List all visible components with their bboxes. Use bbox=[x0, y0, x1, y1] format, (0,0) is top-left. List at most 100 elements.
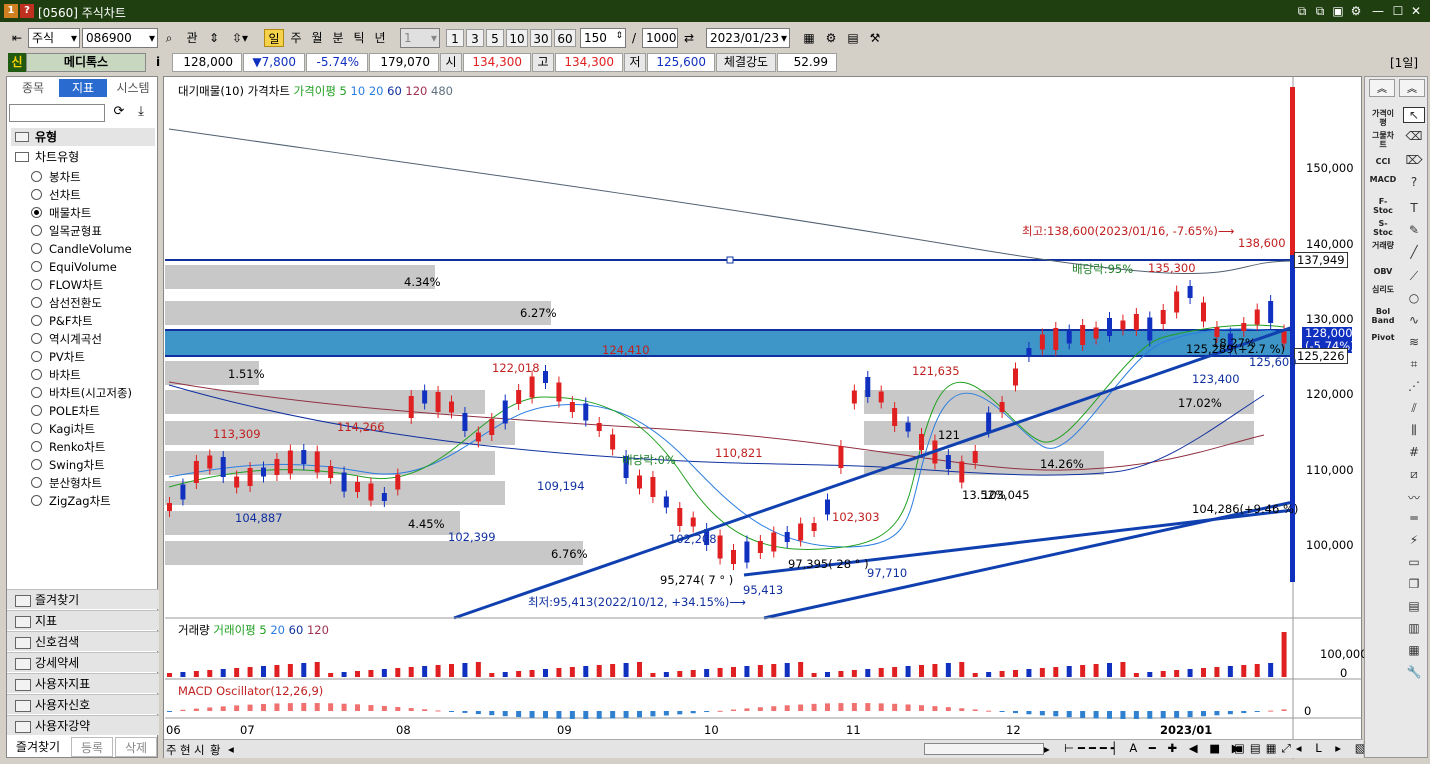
period-tick[interactable]: 틱 bbox=[349, 29, 369, 47]
sync-icon[interactable]: ⇕ bbox=[204, 29, 224, 47]
tool-cci[interactable]: CCI bbox=[1369, 157, 1397, 166]
chart-type-item[interactable]: 일목균형표 bbox=[49, 222, 102, 240]
chart-area[interactable]: 대기매물(10) 가격차트 가격이평 5 10 20 60 120 480 거래… bbox=[163, 76, 1368, 759]
screen-icon[interactable]: ▣ bbox=[1330, 3, 1346, 19]
radio-7[interactable] bbox=[31, 297, 42, 308]
save-icon[interactable]: ▤ bbox=[844, 29, 862, 47]
radio-16[interactable] bbox=[31, 459, 42, 470]
subcategory-header[interactable]: 차트유형 bbox=[11, 148, 155, 166]
group-user-indicator[interactable]: 사용자지표 bbox=[7, 673, 159, 693]
category-header[interactable]: 유형 bbox=[11, 128, 155, 146]
tools-icon[interactable]: ⚒ bbox=[866, 29, 884, 47]
search-icon[interactable]: ⌕ bbox=[160, 29, 178, 47]
tool-net-chart[interactable]: 그물차트 bbox=[1369, 131, 1397, 149]
chart-type-item[interactable]: EquiVolume bbox=[49, 258, 117, 276]
group-favorites[interactable]: 즐겨찾기 bbox=[7, 589, 159, 609]
text-tool-icon[interactable]: T bbox=[1403, 201, 1425, 217]
line-tool-icon[interactable]: ╱ bbox=[1403, 245, 1425, 261]
tool-psychology[interactable]: 심리도 bbox=[1369, 285, 1397, 294]
bottom-tab-4[interactable]: 황 bbox=[210, 742, 221, 758]
fib-tool-icon[interactable]: ≋ bbox=[1403, 335, 1425, 351]
scrollbar[interactable] bbox=[924, 743, 1044, 755]
group-user-strength[interactable]: 사용자강약 bbox=[7, 715, 159, 735]
pencil-icon[interactable]: ✎ bbox=[1403, 223, 1425, 239]
doc-tool-icon[interactable]: ▤ bbox=[1403, 599, 1425, 615]
cycle-tool-icon[interactable]: ⫼ bbox=[1403, 423, 1425, 439]
tool-obv[interactable]: OBV bbox=[1369, 267, 1397, 276]
auto-tool-icon[interactable]: ⚡ bbox=[1403, 533, 1425, 549]
chart-type-item[interactable]: 바차트(시고저종) bbox=[49, 384, 132, 402]
tool-sstoc[interactable]: S-Stoc bbox=[1369, 219, 1397, 237]
tool-fstoc[interactable]: F-Stoc bbox=[1369, 197, 1397, 215]
chart-type-item[interactable]: Kagi차트 bbox=[49, 420, 95, 438]
radio-0[interactable] bbox=[31, 171, 42, 182]
chart-tool-icon[interactable]: ▥ bbox=[1403, 621, 1425, 637]
gear-icon[interactable]: ⚙ bbox=[1348, 3, 1364, 19]
code-input[interactable]: 086900 ▾ bbox=[82, 28, 158, 48]
tool-pivot[interactable]: Pivot bbox=[1369, 333, 1397, 342]
period-week[interactable]: 주 bbox=[286, 29, 306, 47]
settings-icon[interactable]: ⚙ bbox=[822, 29, 840, 47]
group-indicators[interactable]: 지표 bbox=[7, 610, 159, 630]
period-month[interactable]: 월 bbox=[307, 29, 327, 47]
wrench-icon[interactable]: 🔧 bbox=[1403, 665, 1425, 681]
chart-type-item[interactable]: POLE차트 bbox=[49, 402, 100, 420]
close-icon[interactable]: ✕ bbox=[1408, 3, 1424, 19]
window-tool-icon[interactable]: ▭ bbox=[1403, 555, 1425, 571]
register-button[interactable]: 등록 bbox=[71, 737, 113, 757]
zigzag-tool-icon[interactable]: 〰 bbox=[1403, 489, 1425, 505]
download-icon[interactable]: ⤓ bbox=[131, 104, 151, 122]
radio-17[interactable] bbox=[31, 477, 42, 488]
gwan-button[interactable]: 관 bbox=[182, 29, 202, 47]
link-icon[interactable]: ⧉ bbox=[1294, 3, 1310, 19]
tool-price-ma[interactable]: 가격이평 bbox=[1369, 109, 1397, 127]
interval-10[interactable]: 10 bbox=[506, 29, 528, 47]
tool-bolband[interactable]: Bol Band bbox=[1369, 307, 1397, 325]
radio-3[interactable] bbox=[31, 225, 42, 236]
chart-type-item[interactable]: 봉차트 bbox=[49, 168, 81, 186]
grid-tool-icon[interactable]: # bbox=[1403, 445, 1425, 461]
radio-13[interactable] bbox=[31, 405, 42, 416]
radio-12[interactable] bbox=[31, 387, 42, 398]
chart-type-item[interactable]: 선차트 bbox=[49, 186, 81, 204]
refresh-icon[interactable]: ⟳ bbox=[109, 104, 129, 122]
hline-handle[interactable] bbox=[726, 256, 734, 264]
footer-favorites[interactable]: 즐겨찾기 bbox=[7, 737, 69, 757]
copy-icon[interactable]: ⧉ bbox=[1312, 3, 1328, 19]
radio-14[interactable] bbox=[31, 423, 42, 434]
apply-icon[interactable]: ⇄ bbox=[680, 29, 698, 47]
radio-2[interactable] bbox=[31, 207, 42, 218]
interval-3[interactable]: 3 bbox=[466, 29, 484, 47]
chart-type-item[interactable]: PV차트 bbox=[49, 348, 85, 366]
ray-tool-icon[interactable]: ⟋ bbox=[1403, 269, 1425, 285]
group-signal-search[interactable]: 신호검색 bbox=[7, 631, 159, 651]
radio-9[interactable] bbox=[31, 333, 42, 344]
radio-10[interactable] bbox=[31, 351, 42, 362]
chart-type-item[interactable]: ZigZag차트 bbox=[49, 492, 111, 510]
chart-type-item[interactable]: 매물차트 bbox=[49, 204, 91, 222]
eraser-icon[interactable]: ⌫ bbox=[1403, 129, 1425, 145]
tab-system[interactable]: 시스템 bbox=[109, 79, 157, 97]
hline-tool-icon[interactable]: ═ bbox=[1403, 511, 1425, 527]
chart-type-item[interactable]: FLOW차트 bbox=[49, 276, 103, 294]
channel-tool-icon[interactable]: ⫽ bbox=[1403, 401, 1425, 417]
radio-1[interactable] bbox=[31, 189, 42, 200]
chart-svg[interactable] bbox=[164, 77, 1363, 759]
interval-5[interactable]: 5 bbox=[486, 29, 504, 47]
help-badge[interactable]: ? bbox=[20, 4, 34, 18]
interval-30[interactable]: 30 bbox=[530, 29, 552, 47]
prev-stock-icon[interactable]: ⇤ bbox=[8, 29, 26, 47]
eraser-all-icon[interactable]: ⌦ bbox=[1403, 153, 1425, 169]
zoom-controls[interactable]: ⊢━━━┥ A ━ ✚ ◀ ■ ▶ bbox=[1064, 741, 1245, 755]
radio-4[interactable] bbox=[31, 243, 42, 254]
tool-volume[interactable]: 거래량 bbox=[1369, 241, 1397, 250]
chart-type-item[interactable]: Renko차트 bbox=[49, 438, 105, 456]
chart-type-item[interactable]: 바차트 bbox=[49, 366, 81, 384]
radio-6[interactable] bbox=[31, 279, 42, 290]
collapse-right-icon[interactable]: ︽ bbox=[1399, 79, 1425, 97]
interval-1[interactable]: 1 bbox=[446, 29, 464, 47]
collapse-left-icon[interactable]: ︽ bbox=[1369, 79, 1395, 97]
group-user-signal[interactable]: 사용자신호 bbox=[7, 694, 159, 714]
wave-tool-icon[interactable]: ∿ bbox=[1403, 313, 1425, 329]
chart-type-item[interactable]: 삼선전환도 bbox=[49, 294, 102, 312]
